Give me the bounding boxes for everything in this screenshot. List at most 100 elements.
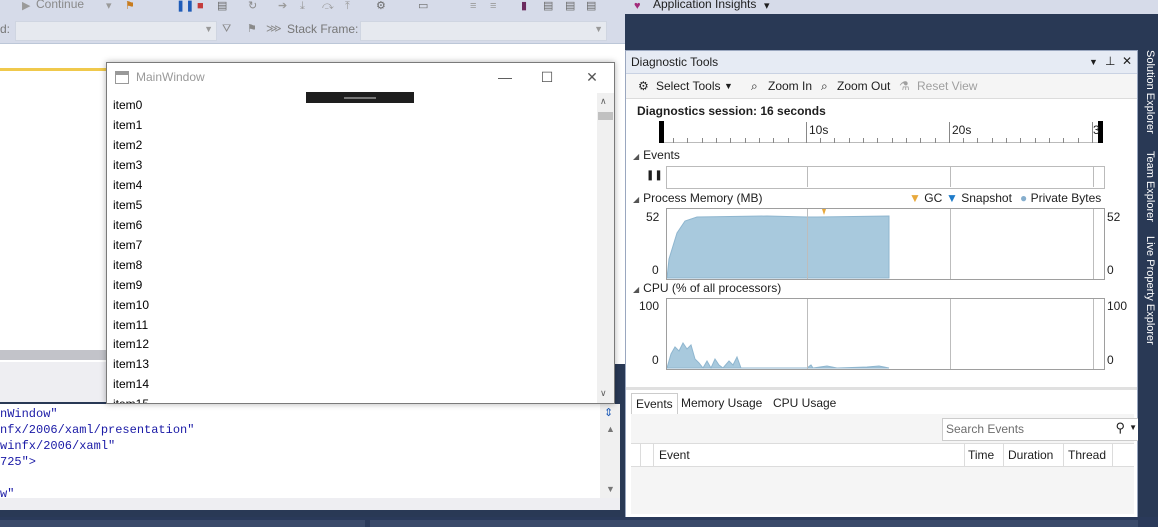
zoom-out-button[interactable]: Zoom Out [837,79,890,93]
list-item[interactable]: item9 [113,278,142,292]
collapse-icon[interactable]: ◢ [633,152,639,161]
scroll-down-icon[interactable]: ∨ [600,388,607,399]
list-item[interactable]: item12 [113,337,149,351]
chevron-down-icon[interactable]: ▼ [1129,423,1137,432]
tab-cpu-usage[interactable]: CPU Usage [769,393,840,415]
scroll-up-icon[interactable]: ∧ [600,96,607,107]
ruler-start-marker[interactable] [659,121,664,143]
scroll-thumb[interactable] [598,112,613,120]
diagnostic-tools-titlebar[interactable]: Diagnostic Tools ▼ ⊥ ✕ [626,51,1137,74]
main-window-titlebar[interactable]: MainWindow — ☐ ✕ [107,63,614,93]
list-item[interactable]: item15 [113,397,149,403]
cpu-chart[interactable] [666,298,1105,370]
step-arrow-icon[interactable]: ➔ [278,0,287,12]
list-item[interactable]: item3 [113,158,142,172]
select-icon[interactable]: ⚑ [125,0,135,12]
filter-icon[interactable]: ⛛ [222,23,231,35]
ruler-major-tick [806,122,807,143]
zoom-out-icon[interactable]: ⌕ [821,79,828,94]
search-placeholder[interactable]: Search Events [946,422,1024,436]
list-item[interactable]: item7 [113,238,142,252]
continue-button[interactable]: Continue [36,0,84,11]
step-over-icon[interactable]: ⤼ [322,0,334,12]
flag-icon[interactable]: ⚑ [247,23,257,35]
chevron-down-icon[interactable]: ▼ [724,81,733,91]
scroll-down-icon[interactable]: ▼ [606,484,615,494]
dropdown-icon[interactable]: ▾ [106,0,112,12]
collapse-icon[interactable]: ◢ [633,285,639,294]
listbox-vscrollbar[interactable]: ∧ ∨ [597,93,614,403]
column-duration[interactable]: Duration [1008,448,1053,462]
list-item[interactable]: item6 [113,218,142,232]
thread-combo[interactable]: ▼ [15,21,217,41]
stack-icon[interactable]: ⋙ [266,23,282,35]
scroll-up-icon[interactable]: ▲ [606,424,615,434]
xaml-hscrollbar[interactable] [0,498,620,510]
xaml-vscrollbar[interactable]: ⇕ ▲ ▼ [600,404,620,498]
select-tools-button[interactable]: Select Tools [656,79,720,93]
column-event[interactable]: Event [659,448,690,462]
tab-memory-usage[interactable]: Memory Usage [677,393,766,415]
continue-icon[interactable]: ▶ [22,0,30,12]
column-thread[interactable]: Thread [1068,448,1106,462]
bookmark-clear-icon[interactable]: ▤ [586,0,596,12]
step-out-icon[interactable]: ⤒ [345,0,350,12]
maximize-button[interactable]: ☐ [527,66,567,88]
designer-hscrollbar[interactable] [0,350,108,360]
minimize-button[interactable]: — [485,66,525,88]
output-icon[interactable]: ▭ [418,0,428,12]
timeline-ruler[interactable]: 10s 20s 3 [659,121,1103,143]
app-insights-button[interactable]: Application Insights [653,0,756,11]
events-section-header[interactable]: ◢ Events [633,148,680,162]
zoom-in-icon[interactable]: ⌕ [751,79,758,94]
pause-icon[interactable]: ❚❚ [646,170,663,181]
break-all-icon[interactable]: ❚❚ [176,0,194,12]
search-icon[interactable]: ⚲ [1115,420,1125,436]
collapse-icon[interactable]: ◢ [633,195,639,204]
refresh-icon[interactable]: ↻ [248,0,257,12]
close-button[interactable]: ✕ [572,66,612,88]
team-explorer-tab[interactable]: Team Explorer [1140,151,1156,222]
cpu-section-header[interactable]: ◢ CPU (% of all processors) [633,281,781,295]
main-window[interactable]: MainWindow — ☐ ✕ item0 item1 item2 item3… [106,62,615,404]
panel-splitter[interactable] [626,387,1137,390]
events-track[interactable] [666,166,1105,189]
items-listbox[interactable]: item0 item1 item2 item3 item4 item5 item… [113,98,593,403]
memory-chart[interactable] [666,208,1105,280]
gear-icon[interactable]: ⚙ [638,79,649,93]
list-item[interactable]: item5 [113,198,142,212]
list-item[interactable]: item10 [113,298,149,312]
hot-reload-icon[interactable]: ⚙ [376,0,386,12]
panel-menu-icon[interactable]: ▼ [1089,57,1098,67]
pin-icon[interactable]: ⊥ [1105,54,1115,68]
bookmark-next-icon[interactable]: ▤ [565,0,575,12]
list-item[interactable]: item11 [113,318,148,332]
list-item[interactable]: item13 [113,357,149,371]
step-into-icon[interactable]: ⤓ [300,0,305,12]
comment-icon[interactable]: ≡ [470,0,476,12]
solution-explorer-tab[interactable]: Solution Explorer [1140,50,1156,134]
restart-icon[interactable]: ▤ [217,0,227,12]
list-item[interactable]: item8 [113,258,142,272]
stack-frame-combo[interactable]: ▼ [360,21,607,41]
column-time[interactable]: Time [968,448,994,462]
list-item[interactable]: item0 [113,98,142,112]
bookmark-icon[interactable]: ▮ [521,0,527,12]
list-item[interactable]: item1 [113,118,142,132]
app-insights-dropdown-icon[interactable]: ▾ [764,0,770,12]
split-icon[interactable]: ⇕ [604,406,613,419]
uncomment-icon[interactable]: ≡ [490,0,496,12]
close-icon[interactable]: ✕ [1122,54,1132,68]
list-item[interactable]: item4 [113,178,142,192]
stop-icon[interactable]: ■ [197,0,204,12]
zoom-in-button[interactable]: Zoom In [768,79,812,93]
search-events-box[interactable]: Search Events ⚲ ▼ [942,418,1140,441]
list-item[interactable]: item2 [113,138,142,152]
tab-events[interactable]: Events [631,393,678,416]
app-insights-icon[interactable]: ♥ [634,0,641,12]
bookmark-prev-icon[interactable]: ▤ [543,0,553,12]
xaml-editor[interactable]: nWindow" nfx/2006/xaml/presentation" win… [0,404,600,501]
memory-section-header[interactable]: ◢ Process Memory (MB) [633,191,763,205]
list-item[interactable]: item14 [113,377,149,391]
live-property-explorer-tab[interactable]: Live Property Explorer [1140,236,1156,345]
